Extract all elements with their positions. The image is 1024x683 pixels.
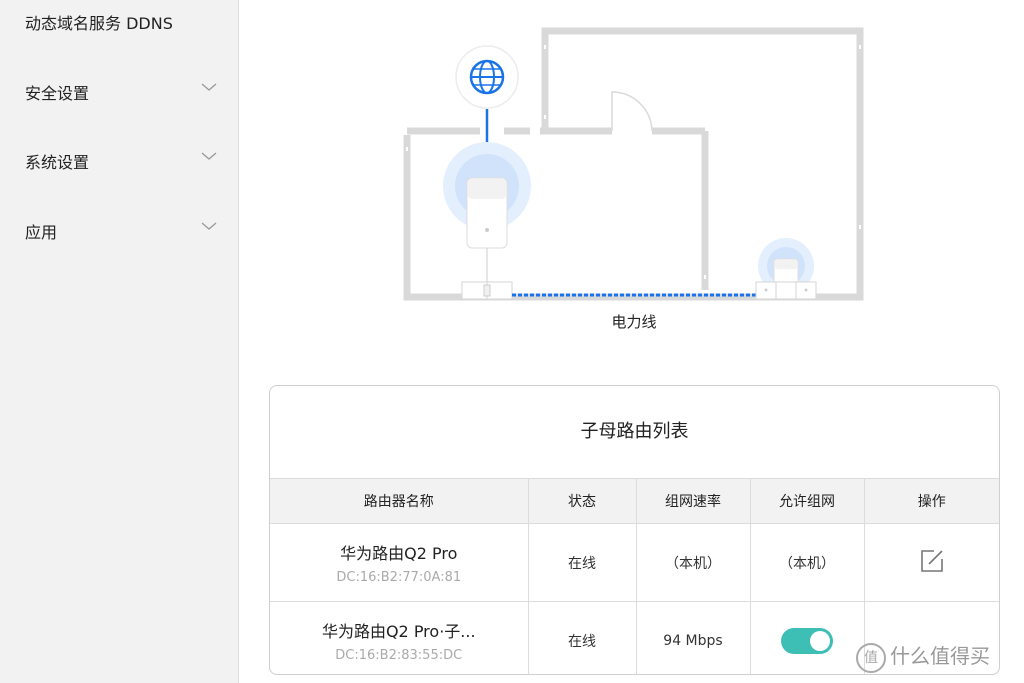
table-row: 华为路由Q2 Pro DC:16:B2:77:0A:81 在线 （本机） （本机… xyxy=(270,523,999,602)
sidebar-item-label: 安全设置 xyxy=(25,84,90,103)
column-header-name: 路由器名称 xyxy=(270,478,529,524)
chevron-down-icon xyxy=(201,222,217,230)
router-name-cell: 华为路由Q2 Pro·子... DC:16:B2:83:55:DC xyxy=(270,601,529,674)
sidebar-item-apps[interactable]: 应用 xyxy=(0,209,238,249)
router-mac: DC:16:B2:77:0A:81 xyxy=(336,570,462,585)
sidebar-item-system[interactable]: 系统设置 xyxy=(0,139,238,179)
table-header-row: 路由器名称 状态 组网速率 允许组网 操作 xyxy=(270,478,999,524)
toggle-knob xyxy=(810,630,830,651)
allow-networking-toggle[interactable] xyxy=(781,627,833,654)
internet-globe-icon xyxy=(455,45,519,109)
router-allow: （本机） xyxy=(750,523,865,602)
router-list-card: 子母路由列表 路由器名称 状态 组网速率 允许组网 操作 华为路由Q2 Pro … xyxy=(269,385,1000,675)
router-allow-cell xyxy=(750,601,865,674)
router-mac: DC:16:B2:83:55:DC xyxy=(335,648,463,663)
sidebar-item-label: 应用 xyxy=(25,223,58,242)
sidebar-item-label: 动态域名服务 DDNS xyxy=(25,14,173,33)
edit-button[interactable] xyxy=(920,549,944,577)
network-topology-diagram xyxy=(403,27,864,301)
router-status: 在线 xyxy=(528,601,637,674)
watermark: 值什么值得买 xyxy=(856,640,990,673)
main-router-icon xyxy=(443,142,531,249)
sidebar-item-ddns[interactable]: 动态域名服务 DDNS xyxy=(0,0,238,40)
column-header-rate: 组网速率 xyxy=(636,478,751,524)
router-status: 在线 xyxy=(528,523,637,602)
column-header-action: 操作 xyxy=(864,478,999,524)
router-name: 华为路由Q2 Pro·子... xyxy=(321,622,476,641)
router-rate: （本机） xyxy=(636,523,751,602)
door-icon xyxy=(611,91,653,132)
powerline-label: 电力线 xyxy=(611,313,657,331)
column-header-allow: 允许组网 xyxy=(750,478,865,524)
column-header-status: 状态 xyxy=(528,478,637,524)
chevron-down-icon xyxy=(201,152,217,160)
sidebar: 动态域名服务 DDNS 安全设置 系统设置 应用 xyxy=(0,0,239,683)
watermark-text: 什么值得买 xyxy=(890,644,990,668)
edit-icon xyxy=(920,549,943,572)
chevron-down-icon xyxy=(201,83,217,91)
watermark-badge: 值 xyxy=(856,642,886,673)
sidebar-item-label: 系统设置 xyxy=(25,153,90,172)
router-action-cell xyxy=(864,523,999,602)
router-name-cell: 华为路由Q2 Pro DC:16:B2:77:0A:81 xyxy=(270,523,529,602)
sidebar-item-security[interactable]: 安全设置 xyxy=(0,70,238,110)
router-list-title: 子母路由列表 xyxy=(580,421,689,442)
power-outlet-icon xyxy=(755,281,817,300)
router-name: 华为路由Q2 Pro xyxy=(340,544,458,563)
power-outlet-icon xyxy=(461,281,513,300)
router-rate: 94 Mbps xyxy=(636,601,751,674)
